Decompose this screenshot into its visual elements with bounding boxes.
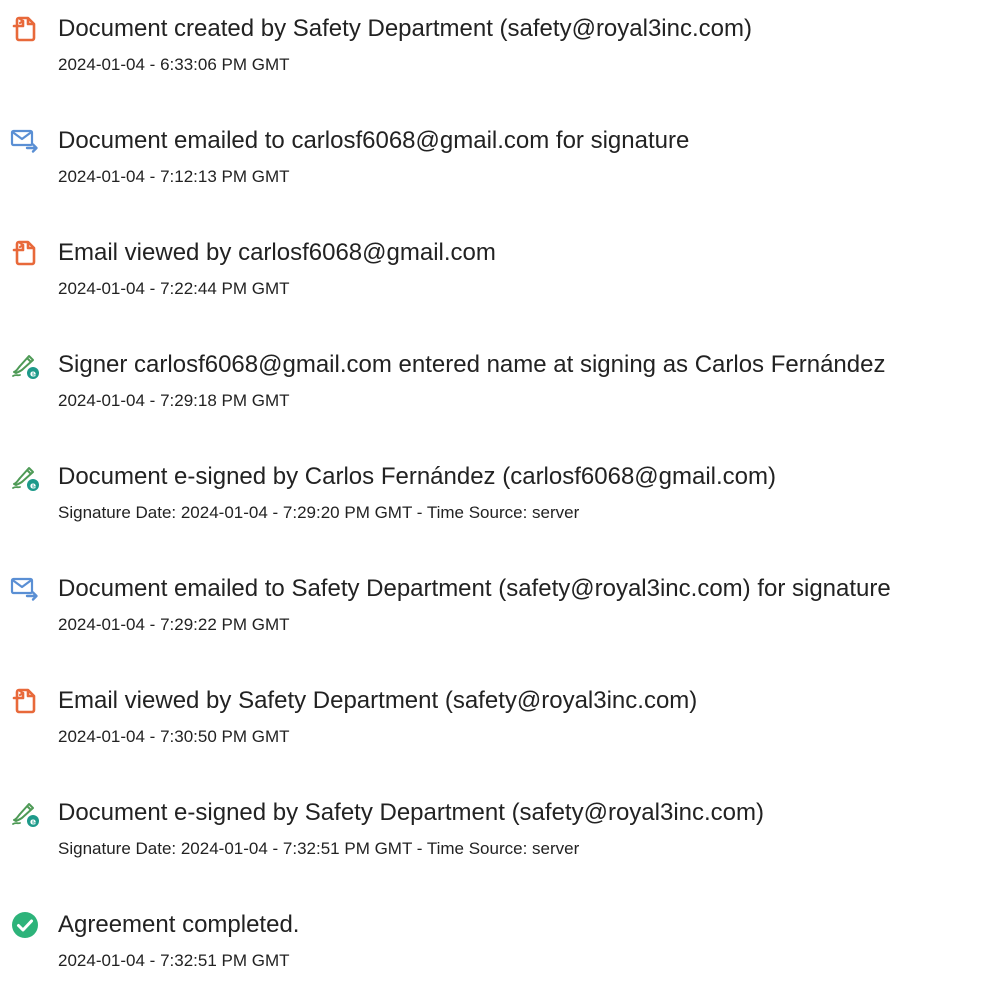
signature-date: Signature Date: 2024-01-04 - 7:29:20 PM … xyxy=(58,503,580,522)
event-text: Email viewed by carlosf6068@gmail.com xyxy=(58,239,496,266)
email-sent-icon xyxy=(10,126,40,156)
event-text: Agreement completed. xyxy=(58,911,300,938)
history-event: Document e-signed by Safety Department (… xyxy=(0,798,982,888)
history-event: Document emailed to Safety Department (s… xyxy=(0,574,982,664)
event-text: Document created by Safety Department (s… xyxy=(58,15,752,42)
event-text: Signer carlosf6068@gmail.com entered nam… xyxy=(58,351,886,378)
signature-date: Signature Date: 2024-01-04 - 7:32:51 PM … xyxy=(58,839,580,858)
document-created-icon xyxy=(10,14,40,44)
document-viewed-icon xyxy=(10,238,40,268)
event-timestamp: 2024-01-04 - 6:33:06 PM GMT xyxy=(58,55,290,74)
history-event: Agreement completed. 2024-01-04 - 7:32:5… xyxy=(0,910,982,1000)
history-event: Signer carlosf6068@gmail.com entered nam… xyxy=(0,350,982,440)
event-text: Document e-signed by Carlos Fernández (c… xyxy=(58,463,777,490)
signature-pen-icon xyxy=(10,350,40,380)
signature-pen-icon xyxy=(10,798,40,828)
event-text: Email viewed by Safety Department (safet… xyxy=(58,687,698,714)
checkmark-circle-icon xyxy=(10,910,40,940)
history-event: Email viewed by Safety Department (safet… xyxy=(0,686,982,776)
event-timestamp: 2024-01-04 - 7:30:50 PM GMT xyxy=(58,727,290,746)
event-timestamp: 2024-01-04 - 7:22:44 PM GMT xyxy=(58,279,290,298)
history-event: Document created by Safety Department (s… xyxy=(0,14,982,104)
signature-pen-icon xyxy=(10,462,40,492)
event-text: Document emailed to Safety Department (s… xyxy=(58,575,891,602)
event-text: Document e-signed by Safety Department (… xyxy=(58,799,764,826)
event-timestamp: 2024-01-04 - 7:12:13 PM GMT xyxy=(58,167,290,186)
event-timestamp: 2024-01-04 - 7:29:22 PM GMT xyxy=(58,615,290,634)
email-sent-icon xyxy=(10,574,40,604)
event-timestamp: 2024-01-04 - 7:32:51 PM GMT xyxy=(58,951,290,970)
document-viewed-icon xyxy=(10,686,40,716)
history-event: Document emailed to carlosf6068@gmail.co… xyxy=(0,126,982,216)
event-text: Document emailed to carlosf6068@gmail.co… xyxy=(58,127,690,154)
history-event: Document e-signed by Carlos Fernández (c… xyxy=(0,462,982,552)
event-timestamp: 2024-01-04 - 7:29:18 PM GMT xyxy=(58,391,290,410)
history-event: Email viewed by carlosf6068@gmail.com 20… xyxy=(0,238,982,328)
